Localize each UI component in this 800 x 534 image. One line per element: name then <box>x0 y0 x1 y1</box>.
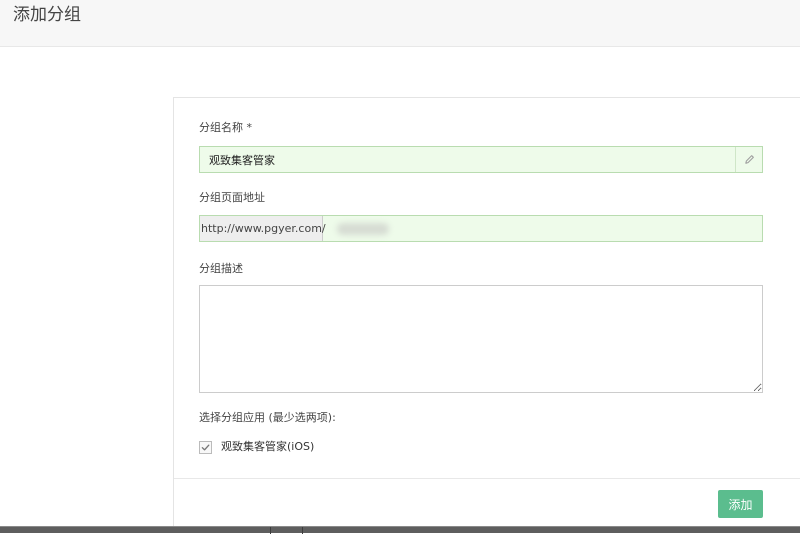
redacted-url-slug <box>337 223 389 235</box>
app-checkbox-label: 观致集客管家(iOS) <box>221 440 315 453</box>
add-group-form: 分组名称 * 分组页面地址 http://www.pgyer.com/ 分组描述… <box>173 97 800 533</box>
page-title: 添加分组 <box>13 5 81 25</box>
url-prefix: http://www.pgyer.com/ <box>200 216 326 241</box>
app-checkbox-row[interactable]: 观致集客管家(iOS) <box>199 440 314 454</box>
group-name-label: 分组名称 * <box>199 121 252 134</box>
checkmark-icon <box>201 443 210 451</box>
form-footer-divider <box>174 478 800 479</box>
pencil-icon[interactable] <box>735 147 762 172</box>
group-url-field: http://www.pgyer.com/ <box>199 215 763 242</box>
group-description-label: 分组描述 <box>199 262 243 275</box>
group-name-field <box>199 146 763 173</box>
group-apps-label: 选择分组应用 (最少选两项): <box>199 411 336 424</box>
app-checkbox[interactable] <box>199 440 212 454</box>
group-name-input[interactable] <box>200 147 735 172</box>
add-button[interactable]: 添加 <box>718 490 763 518</box>
bottom-scrollbar-strip <box>0 526 800 534</box>
group-description-textarea[interactable] <box>199 285 763 393</box>
page-header: 添加分组 <box>0 0 800 47</box>
group-url-label: 分组页面地址 <box>199 191 265 204</box>
